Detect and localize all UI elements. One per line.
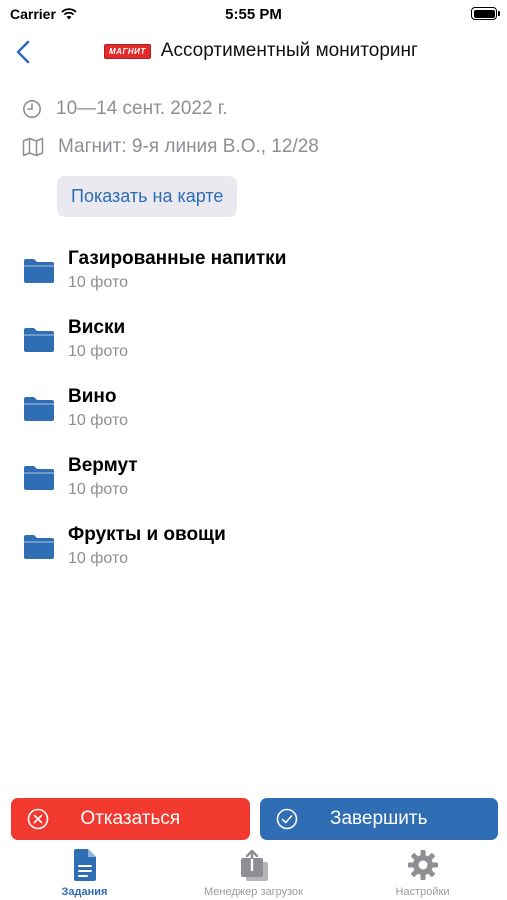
upload-stack-icon [240, 849, 268, 881]
nav-title-group: МАГНИТ Ассортиментный мониторинг [104, 40, 418, 62]
task-date-row: 10—14 сент. 2022 г. [22, 98, 228, 120]
folder-item-fruits-vegetables[interactable]: Фрукты и овощи 10 фото [0, 520, 507, 589]
tab-settings[interactable]: Настройки [338, 840, 507, 900]
task-address-row: Магнит: 9-я линия В.О., 12/28 [22, 136, 319, 158]
magnit-logo: МАГНИТ [104, 43, 151, 59]
finish-button[interactable]: Завершить [259, 798, 498, 840]
folder-photo-count: 10 фото [68, 481, 128, 498]
folder-name: Вермут [68, 455, 138, 476]
folder-photo-count: 10 фото [68, 412, 128, 429]
tab-label: Менеджер загрузок [204, 886, 303, 898]
clock-icon [23, 100, 41, 118]
page-title: Ассортиментный мониторинг [160, 40, 418, 61]
folder-photo-count: 10 фото [68, 343, 128, 360]
navigation-bar: МАГНИТ Ассортиментный мониторинг [0, 30, 507, 74]
folder-icon [24, 466, 54, 490]
document-icon [73, 849, 96, 881]
tab-bar: Задания Менеджер загрузок Настройки [0, 840, 507, 900]
task-address: Магнит: 9-я линия В.О., 12/28 [58, 136, 319, 157]
status-time: 5:55 PM [225, 6, 282, 23]
folder-name: Фрукты и овощи [68, 524, 226, 545]
folder-name: Вино [68, 386, 117, 407]
task-date-range: 10—14 сент. 2022 г. [56, 98, 228, 119]
close-circle-icon [27, 808, 49, 830]
folder-icon [24, 535, 54, 559]
back-button[interactable] [12, 38, 38, 66]
folder-item-whisky[interactable]: Виски 10 фото [0, 313, 507, 382]
chevron-left-icon [16, 40, 30, 64]
show-on-map-button[interactable]: Показать на карте [57, 176, 238, 217]
tab-tasks[interactable]: Задания [0, 840, 169, 900]
tab-label: Настройки [395, 886, 450, 898]
folder-name: Виски [68, 317, 126, 338]
status-bar: Carrier 5:55 PM [0, 0, 507, 30]
folder-icon [24, 397, 54, 421]
folder-photo-count: 10 фото [68, 274, 128, 291]
battery-icon [471, 7, 500, 20]
tab-upload-manager[interactable]: Менеджер загрузок [169, 840, 338, 900]
decline-button[interactable]: Отказаться [11, 798, 250, 840]
finish-label: Завершить [329, 808, 428, 829]
photo-folder-list: Газированные напитки 10 фото Виски 10 фо… [0, 244, 507, 589]
decline-label: Отказаться [80, 808, 181, 829]
gear-icon [407, 850, 438, 880]
folder-item-vermouth[interactable]: Вермут 10 фото [0, 451, 507, 520]
folder-name: Газированные напитки [68, 248, 287, 269]
folder-icon [24, 259, 54, 283]
task-action-bar: Отказаться Завершить [11, 798, 498, 840]
map-icon [22, 137, 44, 157]
folder-icon [24, 328, 54, 352]
folder-photo-count: 10 фото [68, 550, 128, 567]
tab-label: Задания [61, 886, 108, 898]
folder-item-wine[interactable]: Вино 10 фото [0, 382, 507, 451]
checkmark-circle-icon [276, 808, 297, 830]
folder-item-carbonated-drinks[interactable]: Газированные напитки 10 фото [0, 244, 507, 313]
